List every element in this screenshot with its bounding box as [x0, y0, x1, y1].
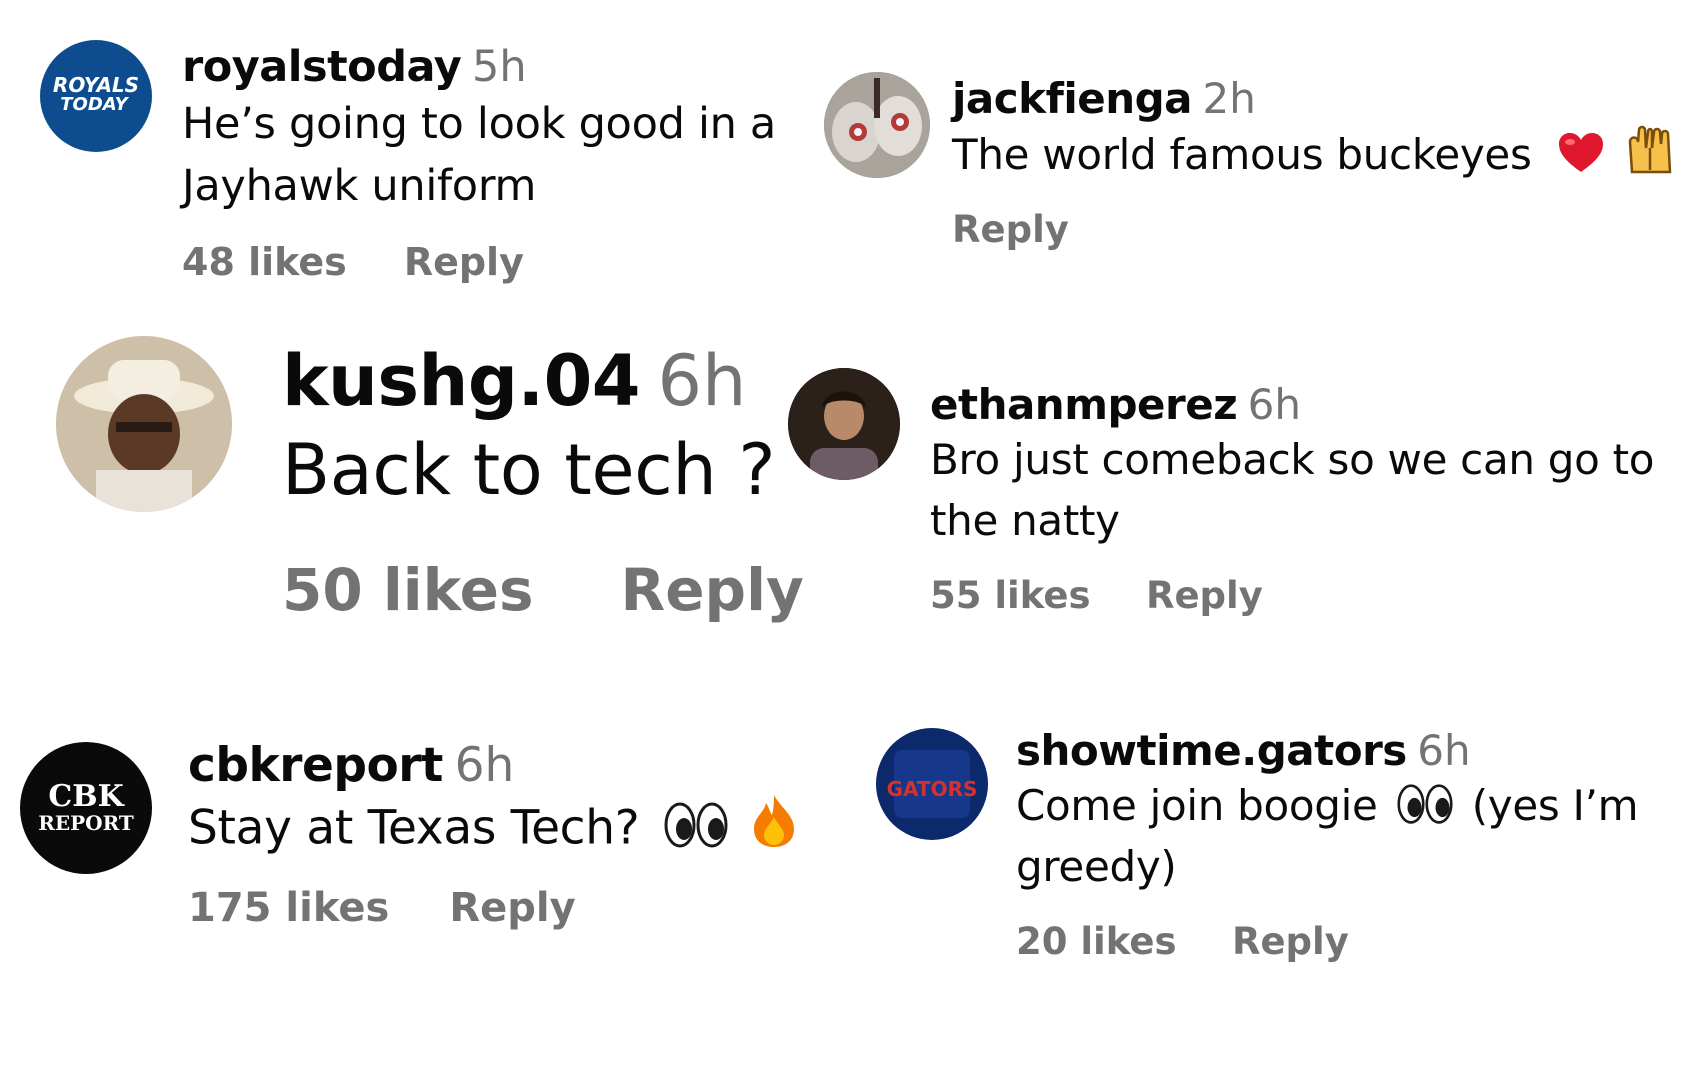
- raised-hands-icon: [1624, 124, 1676, 174]
- avatar-kushg04[interactable]: [56, 336, 232, 512]
- timestamp: 2h: [1202, 74, 1256, 123]
- comment-meta: 175 likes Reply: [188, 885, 798, 931]
- timestamp: 6h: [657, 340, 747, 422]
- comment-showtimegators: GATORS showtime.gators 6h Come join boogi…: [876, 728, 1691, 1008]
- comment-header: cbkreport 6h: [188, 742, 798, 789]
- username[interactable]: ethanmperez: [930, 380, 1238, 429]
- comment-text: The world famous buckeyes: [952, 124, 1676, 186]
- username[interactable]: royalstoday: [182, 42, 462, 92]
- eyes-icon: [664, 801, 728, 849]
- avatar-showtimegators[interactable]: GATORS: [876, 728, 988, 840]
- comment-meta: 50 likes Reply: [282, 556, 804, 624]
- comment-header: showtime.gators 6h: [1016, 730, 1638, 772]
- fire-icon: [750, 793, 798, 849]
- timestamp: 6h: [454, 738, 515, 793]
- comment-kushg04: kushg.04 6h Back to tech ? 50 likes Reply: [56, 336, 804, 676]
- avatar-cbkreport[interactable]: CBK REPORT: [20, 742, 152, 874]
- comment-header: jackfienga 2h: [952, 78, 1676, 120]
- likes-count[interactable]: 55 likes: [930, 574, 1090, 617]
- username[interactable]: cbkreport: [188, 738, 443, 793]
- likes-count[interactable]: 175 likes: [188, 885, 389, 931]
- comment-header: kushg.04 6h: [282, 346, 804, 416]
- reply-button[interactable]: Reply: [404, 240, 524, 284]
- reply-button[interactable]: Reply: [449, 885, 575, 931]
- showtimegators-logo: GATORS: [887, 750, 978, 818]
- reply-button[interactable]: Reply: [1146, 574, 1263, 617]
- comment-header: ethanmperez 6h: [930, 384, 1654, 426]
- comment-meta: 48 likes Reply: [182, 240, 776, 284]
- comment-meta: Reply: [952, 208, 1676, 251]
- likes-count[interactable]: 48 likes: [182, 240, 347, 284]
- timestamp: 6h: [1417, 726, 1471, 775]
- comment-royalstoday: ROYALS TODAY royalstoday 5h He’s going to…: [40, 40, 820, 320]
- avatar-ethanmperez[interactable]: [788, 368, 900, 480]
- svg-text:TODAY: TODAY: [60, 94, 129, 115]
- ethanmperez-avatar-image: [788, 368, 900, 480]
- comment-ethanmperez: ethanmperez 6h Bro just comeback so we ca…: [788, 368, 1693, 658]
- username[interactable]: showtime.gators: [1016, 726, 1407, 775]
- comment-text: Come join boogie (yes I’m greedy): [1016, 781, 1639, 891]
- reply-button[interactable]: Reply: [621, 556, 804, 624]
- comment-jackfienga: jackfienga 2h The world famous buckeyes R…: [824, 72, 1684, 292]
- comment-text: Bro just comeback so we can go to the na…: [930, 435, 1655, 545]
- svg-text:GATORS: GATORS: [887, 777, 978, 801]
- comment-header: royalstoday 5h: [182, 46, 776, 89]
- red-heart-icon: [1557, 132, 1605, 174]
- royalstoday-logo: ROYALS TODAY: [53, 73, 139, 115]
- timestamp: 5h: [471, 42, 527, 92]
- reply-button[interactable]: Reply: [952, 208, 1069, 251]
- timestamp: 6h: [1247, 380, 1302, 429]
- comment-meta: 55 likes Reply: [930, 574, 1654, 617]
- svg-text:REPORT: REPORT: [38, 811, 134, 835]
- avatar-jackfienga[interactable]: [824, 72, 930, 178]
- svg-text:CBK: CBK: [48, 779, 124, 814]
- comment-meta: 20 likes Reply: [1016, 920, 1638, 963]
- username[interactable]: kushg.04: [282, 340, 641, 422]
- avatar-royalstoday[interactable]: ROYALS TODAY: [40, 40, 152, 152]
- likes-count[interactable]: 20 likes: [1016, 920, 1176, 963]
- likes-count[interactable]: 50 likes: [282, 556, 534, 624]
- reply-button[interactable]: Reply: [1232, 920, 1349, 963]
- jackfienga-avatar-image: [824, 72, 930, 178]
- username[interactable]: jackfienga: [952, 74, 1193, 123]
- cbkreport-logo: CBK REPORT: [38, 779, 134, 835]
- eyes-icon: [1397, 783, 1453, 825]
- kushg04-avatar-image: [56, 336, 232, 512]
- comment-cbkreport: CBK REPORT cbkreport 6h Stay at Texas Tec…: [20, 742, 820, 1002]
- comment-text: He’s going to look good in a Jayhawk uni…: [182, 99, 776, 212]
- comment-text: Stay at Texas Tech?: [188, 793, 798, 863]
- comment-text: Back to tech ?: [282, 429, 776, 511]
